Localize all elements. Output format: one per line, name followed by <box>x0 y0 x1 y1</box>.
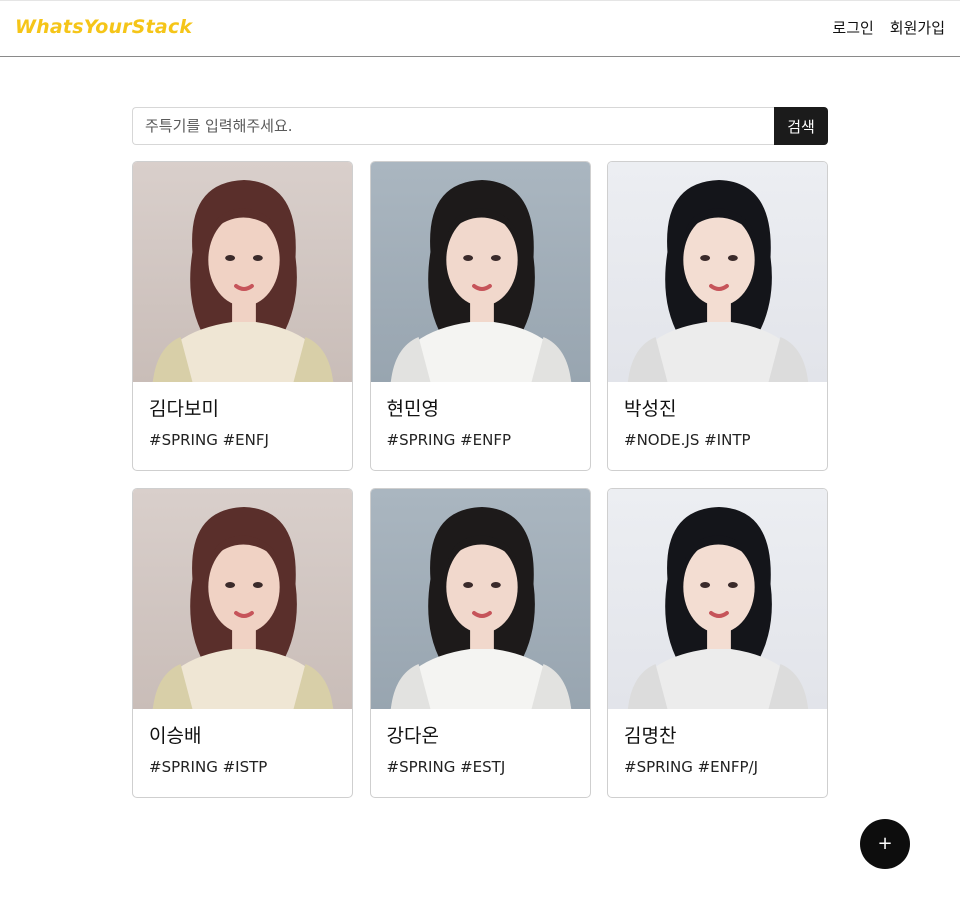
profile-photo <box>133 162 352 382</box>
profile-photo <box>370 489 590 709</box>
profile-tags: #SPRING #ESTJ <box>386 758 506 776</box>
profile-photo <box>370 162 590 382</box>
profile-name: 이승배 <box>149 725 202 747</box>
profile-tags: #SPRING #ENFP/J <box>624 758 759 776</box>
profile-card[interactable]: 김명찬 #SPRING #ENFP/J <box>607 488 828 798</box>
portrait-image <box>370 162 590 382</box>
navbar: WhatsYourStack 로그인 회원가입 <box>0 0 960 57</box>
login-link[interactable]: 로그인 <box>832 17 873 39</box>
search-button[interactable]: 검색 <box>774 107 828 145</box>
profile-grid: 김다보미 #SPRING #ENFJ 현민영 #SPRING #ENFP 박성진… <box>132 161 828 798</box>
profile-card[interactable]: 강다온 #SPRING #ESTJ <box>369 488 591 798</box>
profile-name: 김다보미 <box>149 398 219 420</box>
profile-photo <box>133 489 352 709</box>
portrait-image <box>370 489 590 709</box>
portrait-image <box>133 489 352 709</box>
profile-card[interactable]: 이승배 #SPRING #ISTP <box>132 488 353 798</box>
portrait-image <box>608 489 827 709</box>
profile-card[interactable]: 김다보미 #SPRING #ENFJ <box>132 161 353 471</box>
profile-photo <box>608 162 827 382</box>
signup-link[interactable]: 회원가입 <box>890 17 945 39</box>
profile-photo <box>608 489 827 709</box>
profile-tags: #SPRING #ENFP <box>386 431 512 449</box>
logo[interactable]: WhatsYourStack <box>15 14 192 40</box>
profile-tags: #SPRING #ISTP <box>149 758 268 776</box>
profile-name: 강다온 <box>386 725 439 747</box>
add-button[interactable]: + <box>860 819 910 869</box>
profile-card[interactable]: 박성진 #NODE.JS #INTP <box>607 161 828 471</box>
profile-name: 김명찬 <box>624 725 677 747</box>
profile-name: 박성진 <box>624 398 677 420</box>
portrait-image <box>133 162 352 382</box>
search-bar: 검색 <box>132 107 828 145</box>
portrait-image <box>608 162 827 382</box>
nav-links: 로그인 회원가입 <box>832 17 945 39</box>
profile-tags: #SPRING #ENFJ <box>149 431 269 449</box>
profile-name: 현민영 <box>386 398 439 420</box>
search-input[interactable] <box>132 107 774 145</box>
profile-card[interactable]: 현민영 #SPRING #ENFP <box>369 161 591 471</box>
profile-tags: #NODE.JS #INTP <box>624 431 751 449</box>
